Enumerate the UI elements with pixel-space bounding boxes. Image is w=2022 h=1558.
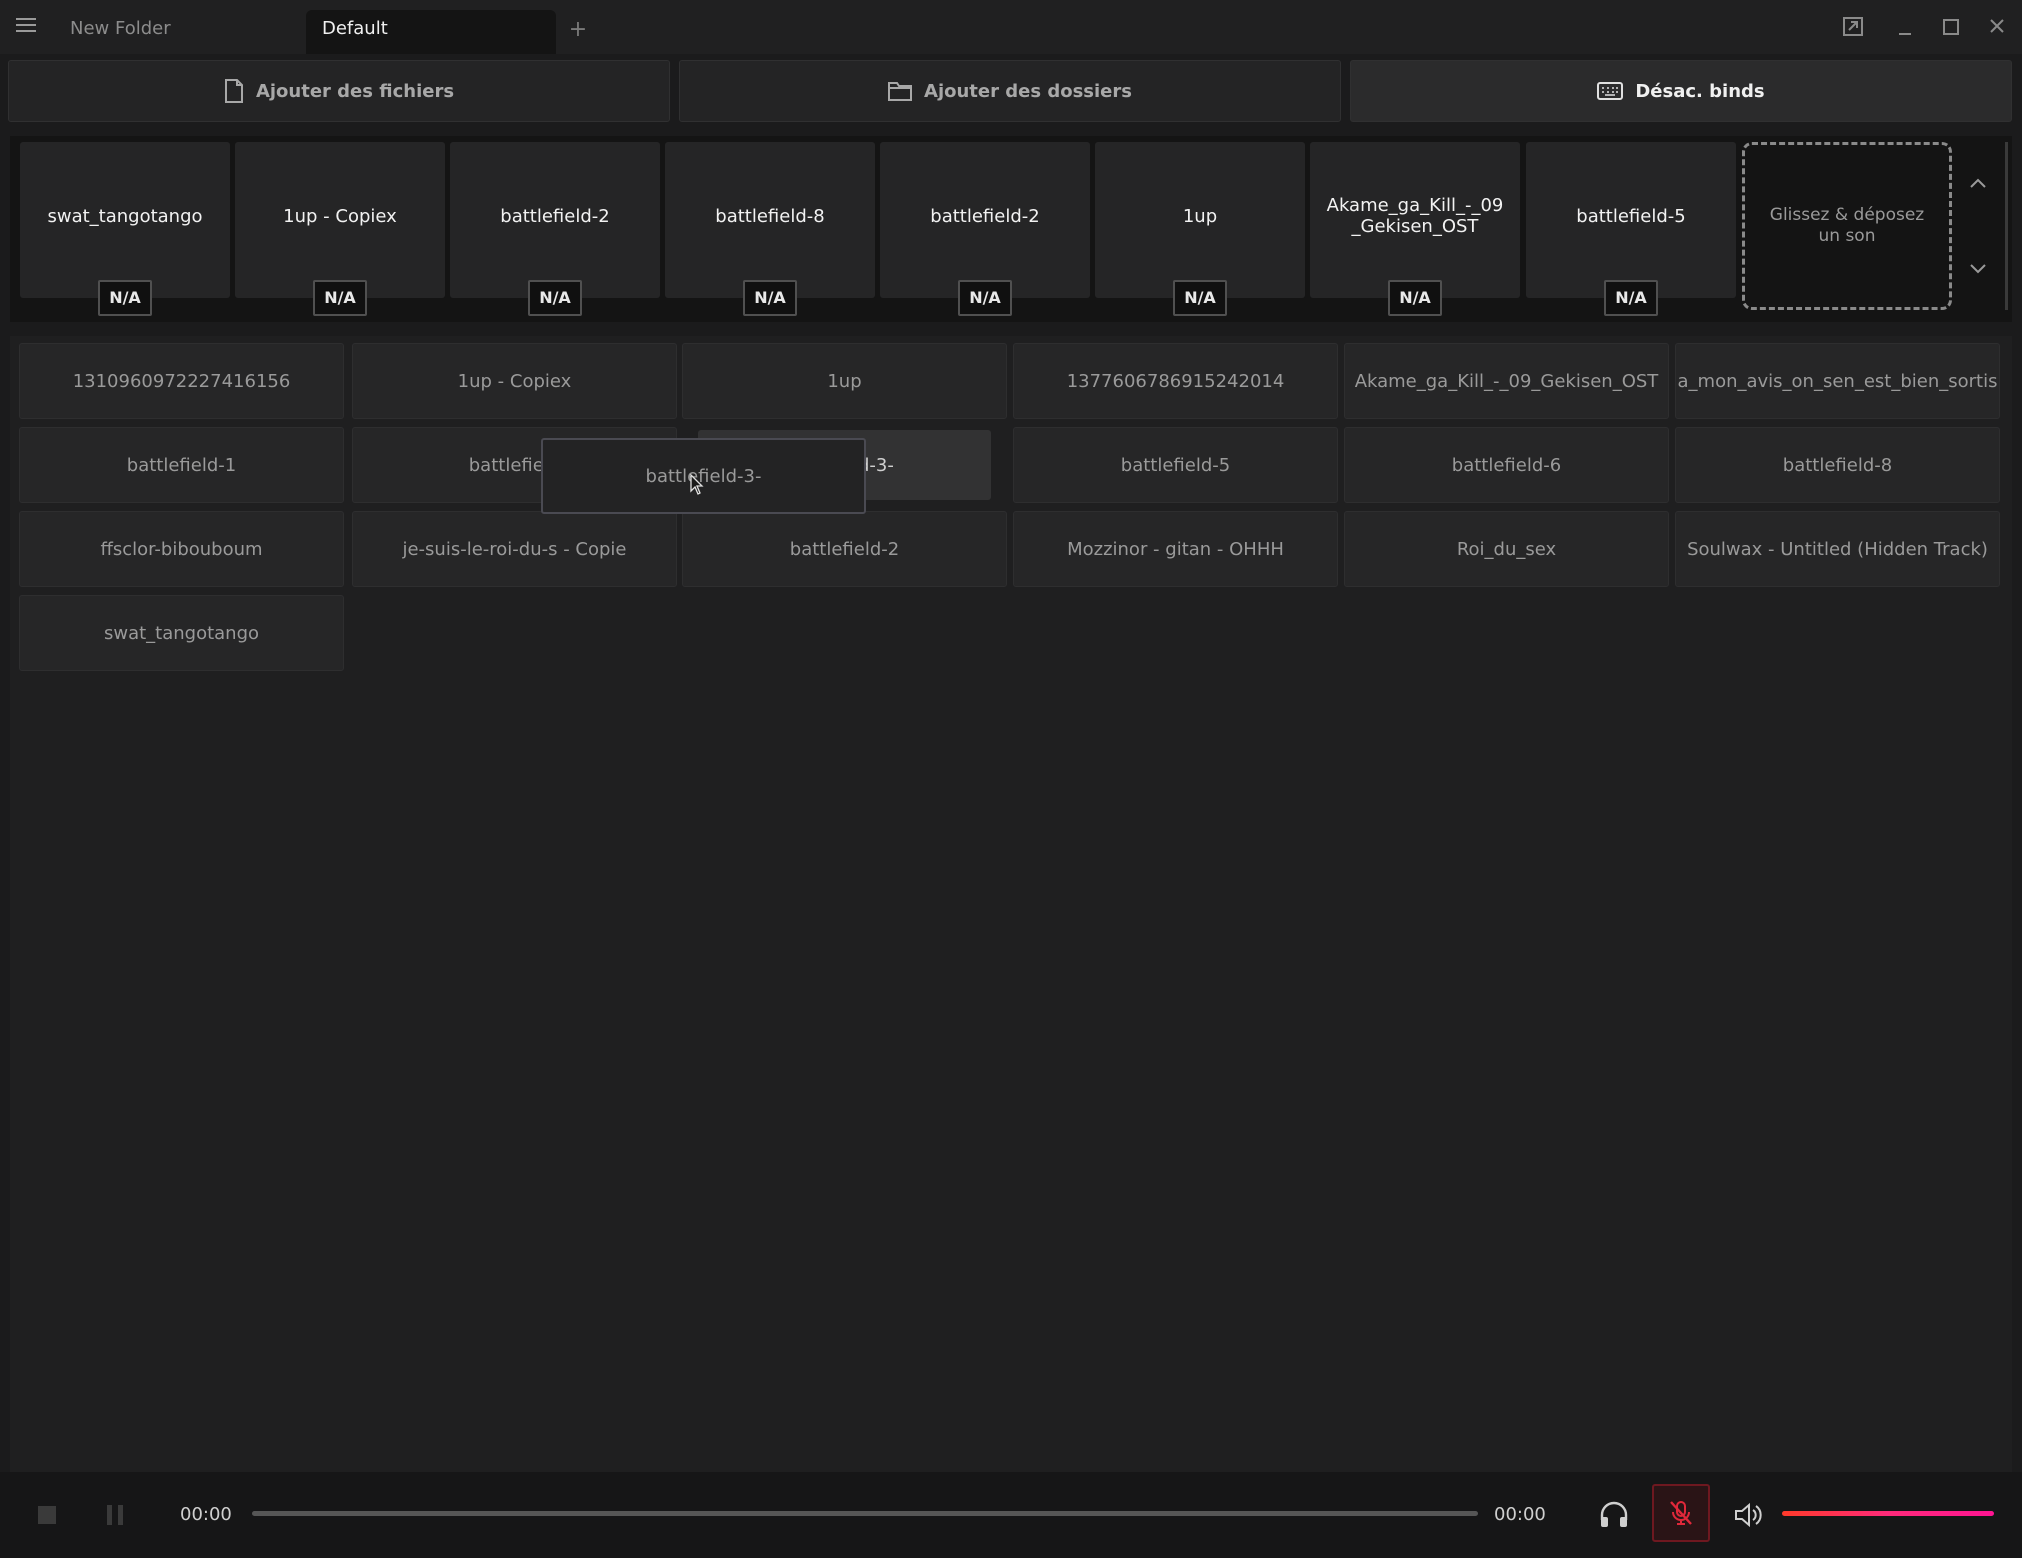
bind-badge[interactable]: N/A — [743, 280, 797, 316]
slot-3[interactable]: battlefield-2 — [450, 142, 660, 298]
slot-name: swat_tangotango — [47, 205, 203, 227]
sound-tile[interactable]: je-suis-le-roi-du-s - Copie — [352, 511, 677, 587]
sound-tile[interactable]: battlefield-2 — [682, 511, 1007, 587]
close-icon[interactable] — [1980, 12, 2014, 42]
sound-tile[interactable]: battlefield-1 — [19, 427, 344, 503]
bind-badge[interactable]: N/A — [313, 280, 367, 316]
mouse-cursor-icon — [690, 474, 704, 495]
sound-tile[interactable]: battlefield-8 — [1675, 427, 2000, 503]
sound-tile[interactable]: 1377606786915242014 — [1013, 343, 1338, 419]
stop-icon[interactable] — [30, 1498, 64, 1532]
add-files-button[interactable]: Ajouter des fichiers — [8, 60, 670, 122]
mic-mute-button[interactable] — [1652, 1484, 1710, 1542]
hamburger-menu-icon[interactable] — [16, 17, 36, 33]
bind-badge[interactable]: N/A — [1388, 280, 1442, 316]
minimize-icon[interactable] — [1888, 12, 1922, 42]
sound-tile[interactable]: battlefield-5 — [1013, 427, 1338, 503]
disable-binds-button[interactable]: Désac. binds — [1350, 60, 2012, 122]
volume-icon[interactable] — [1731, 1498, 1765, 1532]
add-files-label: Ajouter des fichiers — [255, 80, 455, 102]
sound-tile[interactable]: 1310960972227416156 — [19, 343, 344, 419]
headphones-icon[interactable] — [1597, 1498, 1631, 1532]
folder-icon — [888, 82, 913, 101]
drop-zone-label: Glissez & déposez un son — [1769, 205, 1925, 246]
chevron-down-icon[interactable] — [1968, 262, 1988, 276]
main-background — [10, 336, 2012, 1472]
volume-slider[interactable] — [1782, 1511, 1994, 1516]
keyboard-icon — [1597, 82, 1624, 100]
tab-default[interactable]: Default — [306, 10, 556, 54]
maximize-icon[interactable] — [1934, 12, 1968, 42]
slot-name: battlefield-2 — [930, 205, 1040, 227]
slot-name: battlefield-5 — [1576, 205, 1686, 227]
slot-7[interactable]: Akame_ga_Kill_-_09 _Gekisen_OST — [1310, 142, 1520, 298]
sound-tile[interactable]: 1up — [682, 343, 1007, 419]
slot-5[interactable]: battlefield-2 — [880, 142, 1090, 298]
chevron-up-icon[interactable] — [1968, 176, 1988, 190]
disable-binds-label: Désac. binds — [1635, 80, 1765, 102]
sound-tile[interactable]: 1up - Copiex — [352, 343, 677, 419]
slot-name: 1up — [1182, 205, 1218, 227]
slot-8[interactable]: battlefield-5 — [1526, 142, 1736, 298]
bind-badge[interactable]: N/A — [528, 280, 582, 316]
slot-name: battlefield-8 — [715, 205, 825, 227]
bind-badge[interactable]: N/A — [98, 280, 152, 316]
current-time: 00:00 — [180, 1504, 232, 1525]
slots-scroller — [1958, 142, 2012, 310]
total-time: 00:00 — [1494, 1504, 1546, 1525]
bind-badge[interactable]: N/A — [1173, 280, 1227, 316]
progress-bar[interactable] — [252, 1511, 1478, 1516]
sound-tile[interactable]: Roi_du_sex — [1344, 511, 1669, 587]
drop-zone[interactable]: Glissez & déposez un son — [1742, 142, 1952, 310]
slot-4[interactable]: battlefield-8 — [665, 142, 875, 298]
bind-badge[interactable]: N/A — [1604, 280, 1658, 316]
tab-new-folder[interactable]: New Folder — [54, 10, 304, 54]
slots-scrollbar[interactable] — [2005, 142, 2008, 310]
bind-badge[interactable]: N/A — [958, 280, 1012, 316]
slot-name: 1up - Copiex — [283, 205, 397, 227]
sound-tile[interactable]: swat_tangotango — [19, 595, 344, 671]
sound-tile[interactable]: Akame_ga_Kill_-_09_Gekisen_OST — [1344, 343, 1669, 419]
slot-name: battlefield-2 — [500, 205, 610, 227]
slot-name: Akame_ga_Kill_-_09 _Gekisen_OST — [1326, 195, 1504, 237]
add-tab-button[interactable]: + — [566, 14, 590, 46]
add-folders-button[interactable]: Ajouter des dossiers — [679, 60, 1341, 122]
slot-1[interactable]: swat_tangotango — [20, 142, 230, 298]
pause-icon[interactable] — [98, 1498, 132, 1532]
slot-6[interactable]: 1up — [1095, 142, 1305, 298]
file-icon — [224, 79, 243, 103]
sound-tile[interactable]: Soulwax - Untitled (Hidden Track) — [1675, 511, 2000, 587]
sound-tile[interactable]: a_mon_avis_on_sen_est_bien_sortis — [1675, 343, 2000, 419]
add-folders-label: Ajouter des dossiers — [924, 80, 1132, 102]
mini-player-icon[interactable] — [1836, 12, 1870, 42]
slot-2[interactable]: 1up - Copiex — [235, 142, 445, 298]
mic-off-icon — [1670, 1501, 1692, 1525]
sound-tile[interactable]: ffsclor-bibouboum — [19, 511, 344, 587]
sound-tile[interactable]: Mozzinor - gitan - OHHH — [1013, 511, 1338, 587]
sound-tile[interactable]: battlefield-6 — [1344, 427, 1669, 503]
